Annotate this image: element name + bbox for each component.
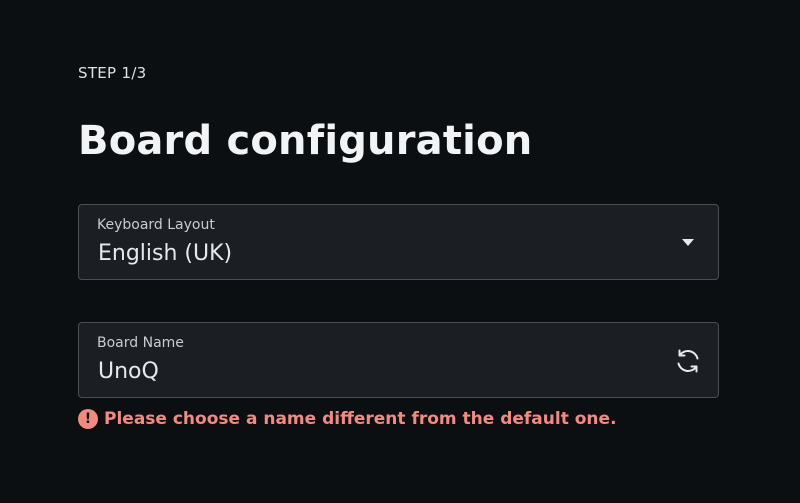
keyboard-layout-value[interactable]: English (UK) bbox=[98, 241, 232, 266]
page-title: Board configuration bbox=[78, 118, 533, 164]
keyboard-layout-label: Keyboard Layout bbox=[97, 217, 215, 233]
step-indicator: STEP 1/3 bbox=[78, 64, 147, 82]
error-text: Please choose a name different from the … bbox=[104, 409, 617, 429]
refresh-icon[interactable] bbox=[672, 345, 704, 377]
exclamation-icon: ! bbox=[78, 409, 98, 429]
board-name-field[interactable]: Board Name UnoQ bbox=[78, 322, 719, 398]
board-configuration-page: STEP 1/3 Board configuration Keyboard La… bbox=[0, 0, 800, 503]
error-message: ! Please choose a name different from th… bbox=[78, 409, 617, 429]
keyboard-layout-select[interactable]: Keyboard Layout English (UK) bbox=[78, 204, 719, 280]
dropdown-arrow-icon[interactable] bbox=[682, 239, 694, 246]
board-name-input[interactable]: UnoQ bbox=[98, 359, 159, 384]
board-name-label: Board Name bbox=[97, 335, 184, 351]
